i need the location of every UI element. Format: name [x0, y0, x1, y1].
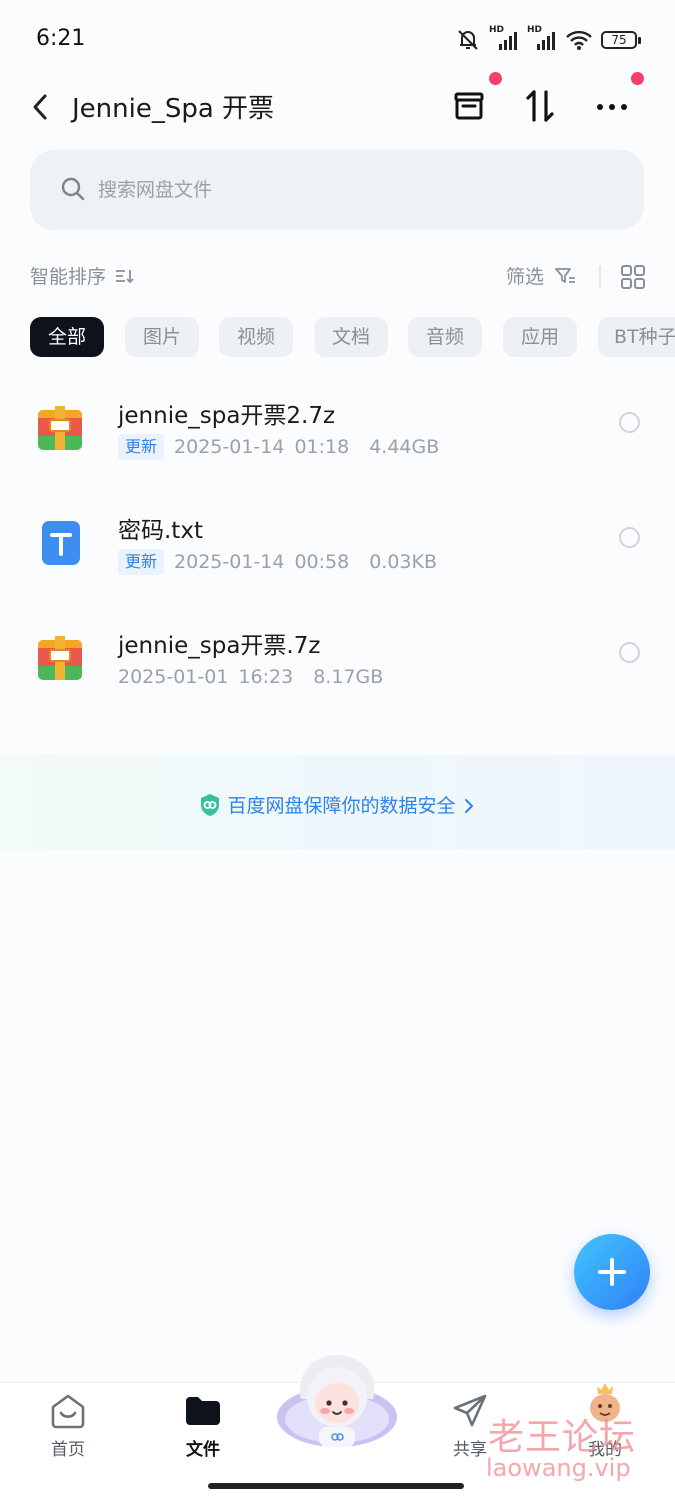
file-meta: 更新 2025-01-14 00:58 0.03KB [118, 549, 437, 575]
status-icons: HD HD 75 [455, 25, 641, 54]
chevron-right-icon [464, 799, 473, 813]
tab-home[interactable]: 首页 [13, 1383, 123, 1463]
sort-bar: 智能排序 筛选 [0, 256, 675, 296]
file-meta: 2025-01-01 16:23 8.17GB [118, 664, 383, 690]
file-size: 4.44GB [369, 436, 440, 458]
shield-icon [201, 794, 220, 816]
sort-icon [116, 270, 134, 284]
security-banner[interactable]: 百度网盘保障你的数据安全 [0, 755, 675, 850]
file-size: 8.17GB [313, 666, 384, 688]
filter-label: 筛选 [506, 266, 545, 288]
sort-button[interactable]: 智能排序 [30, 262, 136, 289]
select-radio[interactable] [619, 642, 640, 663]
transfer-icon[interactable] [520, 86, 560, 126]
file-size: 0.03KB [369, 551, 438, 573]
search-bar[interactable] [30, 150, 644, 230]
page-title: Jennie_Spa 开票 [72, 94, 275, 124]
chip-docs[interactable]: 文档 [314, 317, 388, 357]
archive-icon [38, 406, 82, 450]
filter-icon [555, 268, 576, 283]
file-date: 2025-01-14 [174, 551, 285, 573]
grid-view-icon[interactable] [620, 264, 646, 290]
tab-files-label: 文件 [186, 1440, 220, 1460]
mute-bell-icon [458, 30, 478, 50]
file-time: 00:58 [294, 551, 350, 573]
file-date: 2025-01-01 [118, 666, 229, 688]
search-input[interactable] [98, 150, 598, 230]
home-icon [51, 1394, 85, 1429]
signal-icon: HD [489, 25, 519, 52]
tab-home-label: 首页 [51, 1440, 85, 1460]
file-time: 01:18 [294, 436, 350, 458]
folder-icon [186, 1397, 220, 1425]
notification-dot [489, 72, 502, 85]
notification-dot-2 [631, 72, 644, 85]
mascot-assistant-icon[interactable] [275, 1347, 399, 1451]
update-badge: 更新 [118, 434, 165, 460]
text-file-icon [42, 521, 80, 565]
archive-icon [38, 636, 82, 680]
banner-content: 百度网盘保障你的数据安全 [0, 791, 675, 818]
watermark-cn: 老王论坛 [488, 1417, 637, 1458]
file-name: jennie_spa开票.7z [118, 633, 321, 659]
search-icon [61, 177, 85, 201]
archive-box-icon[interactable] [449, 86, 489, 126]
file-meta: 更新 2025-01-14 01:18 4.44GB [118, 434, 439, 460]
file-time: 16:23 [238, 666, 294, 688]
filter-button[interactable]: 筛选 [506, 262, 578, 289]
chip-videos[interactable]: 视频 [219, 317, 293, 357]
signal-icon-2: HD [527, 25, 557, 52]
sort-label: 智能排序 [30, 266, 107, 288]
chip-all[interactable]: 全部 [30, 317, 104, 357]
battery-icon: 75 [601, 31, 641, 49]
banner-text: 百度网盘保障你的数据安全 [227, 795, 456, 817]
plus-icon [598, 1258, 626, 1286]
divider [599, 266, 601, 288]
header: Jennie_Spa 开票 [0, 70, 675, 142]
status-bar: 6:21 HD HD 75 [0, 0, 675, 80]
more-icon[interactable] [592, 86, 632, 126]
chip-audio[interactable]: 音频 [408, 317, 482, 357]
file-row[interactable]: 密码.txt 更新 2025-01-14 00:58 0.03KB [0, 511, 675, 611]
file-row[interactable]: jennie_spa开票2.7z 更新 2025-01-14 01:18 4.4… [0, 396, 675, 496]
tab-files[interactable]: 文件 [148, 1383, 258, 1463]
status-time: 6:21 [36, 26, 86, 51]
chip-apps[interactable]: 应用 [503, 317, 577, 357]
back-icon[interactable] [26, 90, 56, 124]
send-icon [453, 1394, 487, 1427]
select-radio[interactable] [619, 412, 640, 433]
chip-images[interactable]: 图片 [125, 317, 199, 357]
file-name: jennie_spa开票2.7z [118, 403, 336, 429]
wifi-icon [566, 30, 592, 50]
select-radio[interactable] [619, 527, 640, 548]
file-date: 2025-01-14 [174, 436, 285, 458]
file-name: 密码.txt [118, 518, 203, 544]
update-badge: 更新 [118, 549, 165, 575]
file-row[interactable]: jennie_spa开票.7z 2025-01-01 16:23 8.17GB [0, 626, 675, 726]
chip-bt[interactable]: BT种子 [598, 317, 675, 357]
home-indicator [208, 1483, 464, 1489]
watermark-en: laowang.vip [486, 1454, 631, 1482]
add-button[interactable] [574, 1234, 650, 1310]
